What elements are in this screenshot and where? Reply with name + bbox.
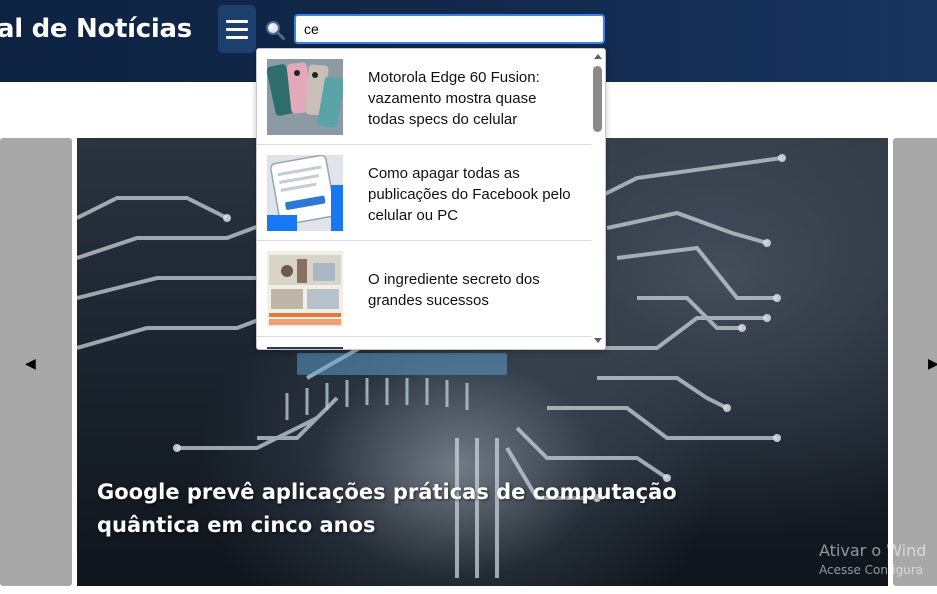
hamburger-icon [226,19,248,23]
chevron-left-icon[interactable]: ◀ [25,356,36,372]
carousel-prev-card[interactable] [0,138,72,586]
facebook-screen-thumbnail [267,155,343,231]
page: al de Notícias ce Google prevê aplicaçõe… [0,0,937,594]
search-result-item[interactable] [257,337,591,349]
search-result-item[interactable]: Motorola Edge 60 Fusion: vazamento mostr… [257,49,591,145]
activation-watermark: Ativar o Wind Acesse Configura [819,541,926,577]
search-icon[interactable] [264,19,286,41]
scroll-up-icon[interactable] [594,54,602,59]
search-results-dropdown: Motorola Edge 60 Fusion: vazamento mostr… [256,48,606,350]
site-title[interactable]: al de Notícias [0,14,192,44]
poster-thumbnail [267,251,343,327]
search-input[interactable] [294,14,605,44]
search-result-title: Motorola Edge 60 Fusion: vazamento mostr… [368,69,540,128]
dropdown-scrollbar[interactable] [591,49,605,349]
search-result-item[interactable]: Como apagar todas as publicações do Face… [257,145,591,241]
chevron-right-icon[interactable]: ▶ [928,356,937,372]
search-result-item[interactable]: O ingrediente secreto dos grandes sucess… [257,241,591,337]
slide-title[interactable]: Google prevê aplicações práticas de comp… [97,476,697,542]
scroll-down-icon[interactable] [594,338,602,343]
menu-button[interactable] [218,5,256,53]
scroll-thumb[interactable] [593,66,602,132]
watermark-line2: Acesse Configura [819,563,924,577]
partial-thumbnail [267,347,343,349]
watermark-line1: Ativar o Wind [819,541,927,560]
search-result-title: O ingrediente secreto dos grandes sucess… [368,271,540,309]
phones-thumbnail [267,59,343,135]
search-result-title: Como apagar todas as publicações do Face… [368,165,571,224]
